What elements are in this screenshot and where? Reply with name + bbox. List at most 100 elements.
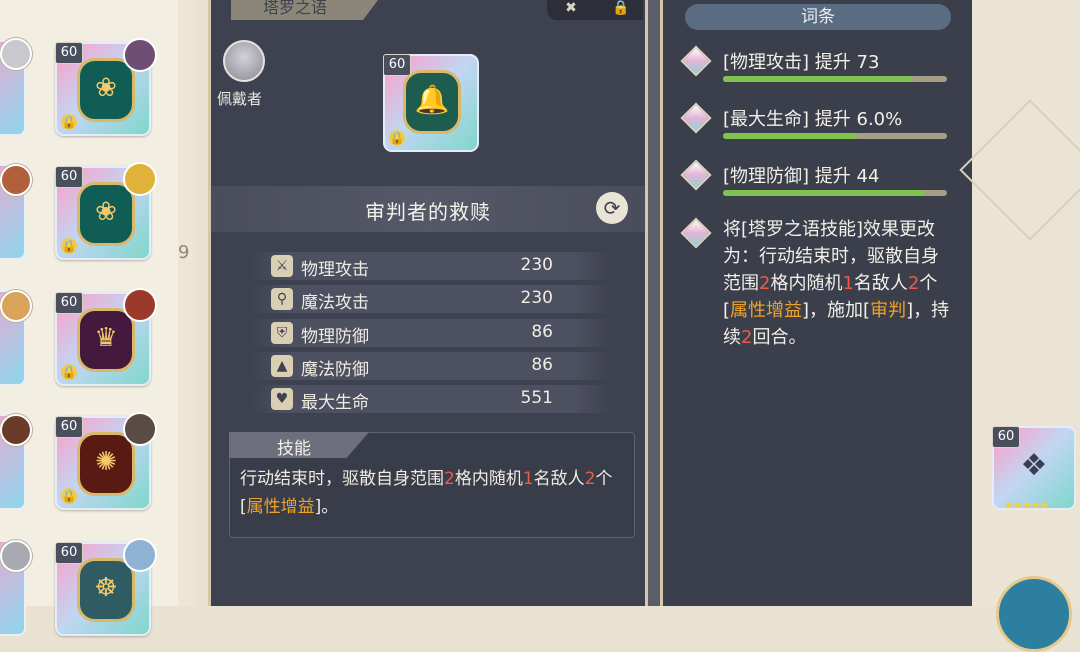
lock-icon: 🔒 [389,130,405,146]
wheel-icon: ☸ [77,558,135,622]
star-rating: ★★★★★ [1004,499,1049,512]
character-avatar [123,162,157,196]
affix-row: [物理攻击] 提升 73 [677,45,957,98]
text-segment: 名敌人 [853,273,908,294]
gem-icon [680,102,712,134]
text-segment: 名敌人 [533,469,585,489]
gem-icon [680,45,712,77]
stat-value: 230 [520,288,553,308]
level-badge: 60 [55,292,83,314]
highlight-number: 2 [444,469,455,489]
tab-title: 塔罗之语 [263,0,328,17]
lock-icon: 🔒 [61,488,77,504]
affix-progress-bar [723,190,947,196]
discard-icon[interactable]: ✖ [557,0,585,18]
cube-icon: ❖ [1020,448,1048,483]
affix-panel: 词条 [物理攻击] 提升 73 [最大生命] 提升 6.0% [物理防御] 提升… [660,0,972,606]
highlight-keyword: 属性增益 [730,300,803,321]
highlight-keyword: 属性增益 [246,497,315,517]
level-badge: 60 [55,42,83,64]
stat-row: ♥ 最大生命 551 [251,385,611,413]
wearer-label: 佩戴者 [217,90,263,108]
item-title: 审判者的救赎 [365,200,491,224]
character-avatar [0,164,32,196]
lock-icon: 🔒 [61,364,77,380]
character-avatar [123,288,157,322]
lock-icon[interactable]: 🔒 [607,0,635,18]
crown-icon: ♛ [77,308,135,372]
inventory-card[interactable]: ♛ 60 🔒 [55,288,157,386]
gem-icon [680,217,712,249]
highlight-number: 2 [741,327,753,348]
affix-progress-fill [723,190,925,196]
character-avatar [0,540,32,572]
character-avatar [123,538,157,572]
lock-icon: 🔒 [61,114,77,130]
affix-progress-fill [723,133,858,139]
lock-icon: 🔒 [61,238,77,254]
skill-header-label: 技能 [277,439,311,459]
inventory-card[interactable]: ❀ 60 🔒 [55,38,157,136]
affix-label: [物理防御] 提升 44 [723,166,880,187]
text-segment: ]。 [314,497,339,517]
stat-name: 物理防御 [301,327,369,347]
highlight-number: 2 [907,273,920,294]
scroll-icon[interactable] [996,576,1072,652]
sword-icon: ⚔ [271,255,293,277]
bell-icon: 🔔 [403,70,461,134]
wearer-avatar[interactable] [223,40,265,82]
stat-name: 物理攻击 [301,260,369,280]
level-badge: 60 [383,54,411,76]
stat-name: 魔法防御 [301,360,369,380]
stat-value: 551 [520,388,553,408]
stat-row: ▲ 魔法防御 86 [251,352,611,380]
staff-icon: ⚲ [271,288,293,310]
text-segment: 回合。 [752,327,807,348]
skill-box: 技能 行动结束时，驱散自身范围2格内随机1名敌人2个[属性增益]。 [229,432,635,538]
highlight-number: 2 [759,273,771,294]
wizard-hat-icon: ▲ [271,355,293,377]
heart-seal-icon: ❀ [77,182,135,246]
character-avatar [123,412,157,446]
affix-row: [物理防御] 提升 44 [677,159,957,212]
skill-description: 行动结束时，驱散自身范围2格内随机1名敌人2个[属性增益]。 [240,465,630,521]
panel-divider: 9 [178,0,196,606]
affix-header: 词条 [685,4,951,30]
affix-label: [最大生命] 提升 6.0% [723,109,903,130]
character-avatar [0,414,32,446]
heart-seal-icon: ❀ [77,58,135,122]
title-band: 审判者的救赎 ⟳ [211,186,645,232]
equipped-card: 🔔 60 🔒 [383,54,479,152]
stat-value: 86 [531,322,553,342]
affix-progress-bar [723,76,947,82]
character-avatar [0,38,32,70]
affix-progress-fill [723,76,914,82]
panel-tab: 塔罗之语 [231,0,381,20]
stat-name: 魔法攻击 [301,293,369,313]
background-ornament [959,99,1080,241]
sun-medallion-icon: ✺ [77,432,135,496]
inventory-panel: ❀ 60 🔒 ❀ 60 🔒 ♛ 60 🔒 ✺ 60 🔒 ☸ 60 9 [0,0,196,636]
stat-row: ⛨ 物理防御 86 [251,319,611,347]
shield-icon: ⛨ [271,322,293,344]
text-segment: ]，施加[ [802,300,871,321]
highlight-number: 1 [522,469,534,489]
level-badge: 60 [55,542,83,564]
inventory-card[interactable]: ❀ 60 🔒 [55,162,157,260]
stat-row: ⚲ 魔法攻击 230 [251,285,611,313]
stat-value: 86 [531,355,553,375]
heart-icon: ♥ [271,388,293,410]
skill-header: 技能 [229,432,369,458]
highlight-number: 1 [842,273,854,294]
gem-icon [680,159,712,191]
character-avatar [123,38,157,72]
affix-progress-bar [723,133,947,139]
text-segment: 格内随机 [454,469,523,489]
side-card[interactable]: ❖ 60 ★★★★★ [992,426,1076,512]
stat-value: 230 [520,255,553,275]
refresh-icon[interactable]: ⟳ [596,192,628,224]
inventory-card[interactable]: ☸ 60 [55,538,157,636]
affix-row: [最大生命] 提升 6.0% [677,102,957,155]
affix-label: [物理攻击] 提升 73 [723,52,880,73]
inventory-card[interactable]: ✺ 60 🔒 [55,412,157,510]
